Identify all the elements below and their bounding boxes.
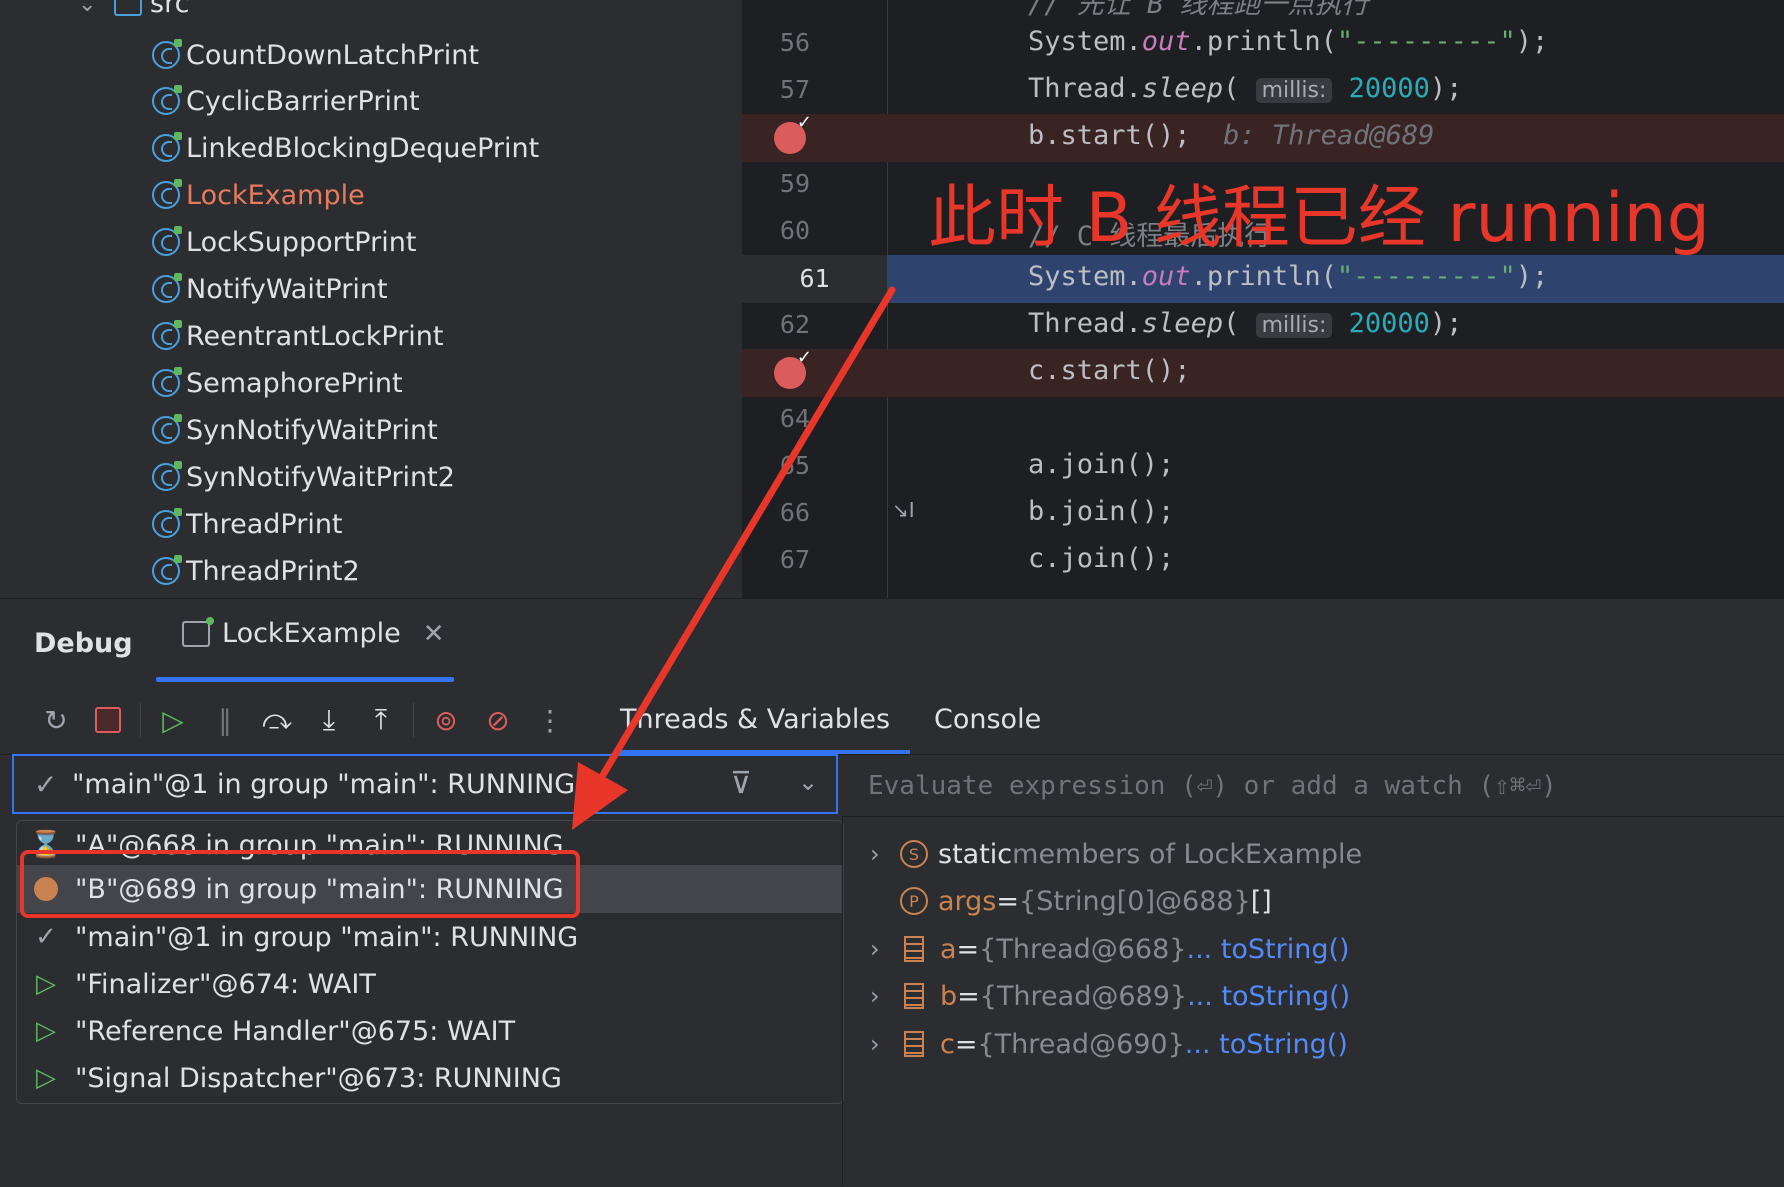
annotation-arrow [572,286,896,830]
